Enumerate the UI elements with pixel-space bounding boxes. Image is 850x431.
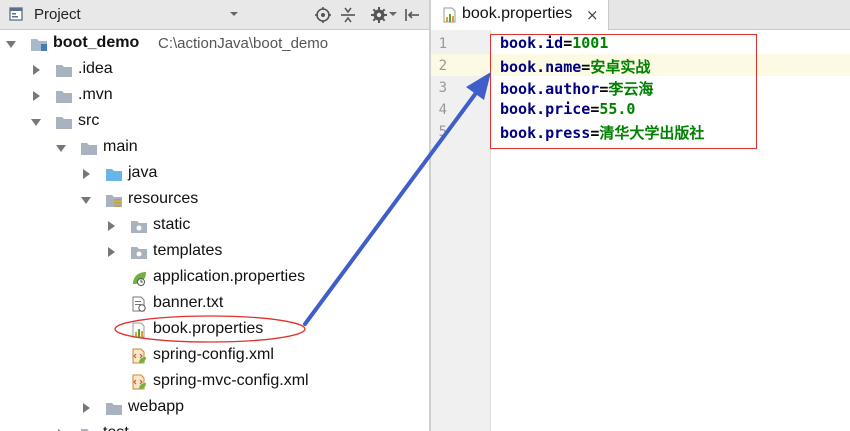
project-panel: Project boot_demo C:\actionJava\boot_dem… bbox=[0, 0, 429, 431]
tree-row-idea[interactable]: .idea bbox=[0, 57, 429, 83]
editor: book.properties × 1 2 3 4 5 book.id=1001… bbox=[431, 0, 850, 431]
tree-item-label: book.properties bbox=[153, 320, 264, 337]
tab-label: book.properties bbox=[462, 5, 573, 22]
tree-row-webapp[interactable]: webapp bbox=[0, 395, 429, 421]
spring-leaf-icon bbox=[133, 272, 146, 286]
tree-item-label: src bbox=[78, 112, 100, 129]
collapsed-arrow-icon[interactable] bbox=[30, 64, 42, 76]
panel-title[interactable]: Project bbox=[34, 6, 81, 23]
tree-row-templates[interactable]: templates bbox=[0, 239, 429, 265]
tree-row-application-properties[interactable]: application.properties bbox=[0, 265, 429, 291]
tree-row-resources[interactable]: resources bbox=[0, 187, 429, 213]
tree-item-label: static bbox=[153, 216, 191, 233]
module-folder-icon bbox=[31, 39, 47, 51]
tree-row-static[interactable]: static bbox=[0, 213, 429, 239]
tree-item-label: application.properties bbox=[153, 268, 306, 285]
expanded-arrow-icon[interactable] bbox=[30, 116, 42, 128]
folder-icon bbox=[81, 143, 97, 155]
hide-panel-icon[interactable] bbox=[403, 6, 421, 24]
tree-item-label: test bbox=[103, 424, 129, 431]
source-folder-icon bbox=[106, 169, 122, 181]
tree-item-label: webapp bbox=[128, 398, 185, 415]
tree-item-label: main bbox=[103, 138, 138, 155]
line-number: 5 bbox=[438, 124, 447, 140]
spring-xml-icon bbox=[132, 374, 146, 390]
line-number: 4 bbox=[438, 102, 447, 118]
tree-row-boot-demo[interactable]: boot_demo C:\actionJava\boot_demo bbox=[0, 31, 429, 57]
tree-item-label: .idea bbox=[78, 60, 113, 77]
tree-row-spring-mvc-config-xml[interactable]: spring-mvc-config.xml bbox=[0, 369, 429, 395]
collapsed-arrow-icon[interactable] bbox=[80, 402, 92, 414]
expanded-arrow-icon[interactable] bbox=[5, 38, 17, 50]
annotation-code-box bbox=[490, 34, 757, 149]
spring-xml-icon bbox=[132, 348, 146, 364]
close-icon[interactable]: × bbox=[586, 6, 599, 24]
tree-row-main[interactable]: main bbox=[0, 135, 429, 161]
text-file-icon bbox=[132, 296, 146, 312]
tree-row-mvn[interactable]: .mvn bbox=[0, 83, 429, 109]
tree-item-label: spring-config.xml bbox=[153, 346, 274, 363]
collapsed-arrow-icon[interactable] bbox=[105, 220, 117, 232]
root-project-path: C:\actionJava\boot_demo bbox=[158, 35, 329, 52]
root-project-label: boot_demo bbox=[53, 34, 140, 51]
collapse-all-icon[interactable] bbox=[339, 6, 357, 24]
tree-item-label: banner.txt bbox=[153, 294, 224, 311]
tree-row-src[interactable]: src bbox=[0, 109, 429, 135]
tree-row-test[interactable]: test bbox=[0, 421, 429, 431]
folder-icon bbox=[56, 91, 72, 103]
project-view-icon bbox=[9, 7, 23, 21]
resources-folder-icon bbox=[106, 195, 122, 207]
folder-icon bbox=[56, 117, 72, 129]
folder-icon bbox=[56, 65, 72, 77]
line-number: 1 bbox=[438, 36, 447, 52]
editor-tab-strip: book.properties × bbox=[431, 0, 850, 30]
collapsed-arrow-icon[interactable] bbox=[30, 90, 42, 102]
web-folder-icon bbox=[131, 247, 147, 259]
tree-item-label: templates bbox=[153, 242, 223, 259]
collapsed-arrow-icon[interactable] bbox=[80, 168, 92, 180]
tree-row-java[interactable]: java bbox=[0, 161, 429, 187]
line-number: 3 bbox=[438, 80, 447, 96]
tab-book-properties[interactable]: book.properties × bbox=[431, 0, 609, 30]
project-panel-header: Project bbox=[0, 0, 429, 30]
tree-row-spring-config-xml[interactable]: spring-config.xml bbox=[0, 343, 429, 369]
line-number: 2 bbox=[438, 58, 447, 74]
tree-item-label: spring-mvc-config.xml bbox=[153, 372, 309, 389]
folder-icon bbox=[81, 429, 97, 431]
folder-icon bbox=[106, 403, 122, 415]
tree-item-label: resources bbox=[128, 190, 199, 207]
tree-item-label: .mvn bbox=[78, 86, 113, 103]
scroll-from-source-icon[interactable] bbox=[314, 6, 332, 24]
properties-file-icon bbox=[132, 322, 145, 338]
tree-item-label: java bbox=[128, 164, 158, 181]
properties-file-icon bbox=[443, 7, 456, 23]
gear-icon[interactable] bbox=[370, 6, 388, 24]
collapsed-arrow-icon[interactable] bbox=[105, 246, 117, 258]
expanded-arrow-icon[interactable] bbox=[80, 194, 92, 206]
gear-dropdown-arrow-icon[interactable] bbox=[389, 10, 397, 18]
web-folder-icon bbox=[131, 221, 147, 233]
dropdown-arrow-icon[interactable] bbox=[229, 9, 239, 19]
tree-row-book-properties[interactable]: book.properties bbox=[0, 317, 429, 343]
line-number-gutter: 1 2 3 4 5 bbox=[431, 30, 491, 431]
tree-row-banner-txt[interactable]: banner.txt bbox=[0, 291, 429, 317]
expanded-arrow-icon[interactable] bbox=[55, 142, 67, 154]
